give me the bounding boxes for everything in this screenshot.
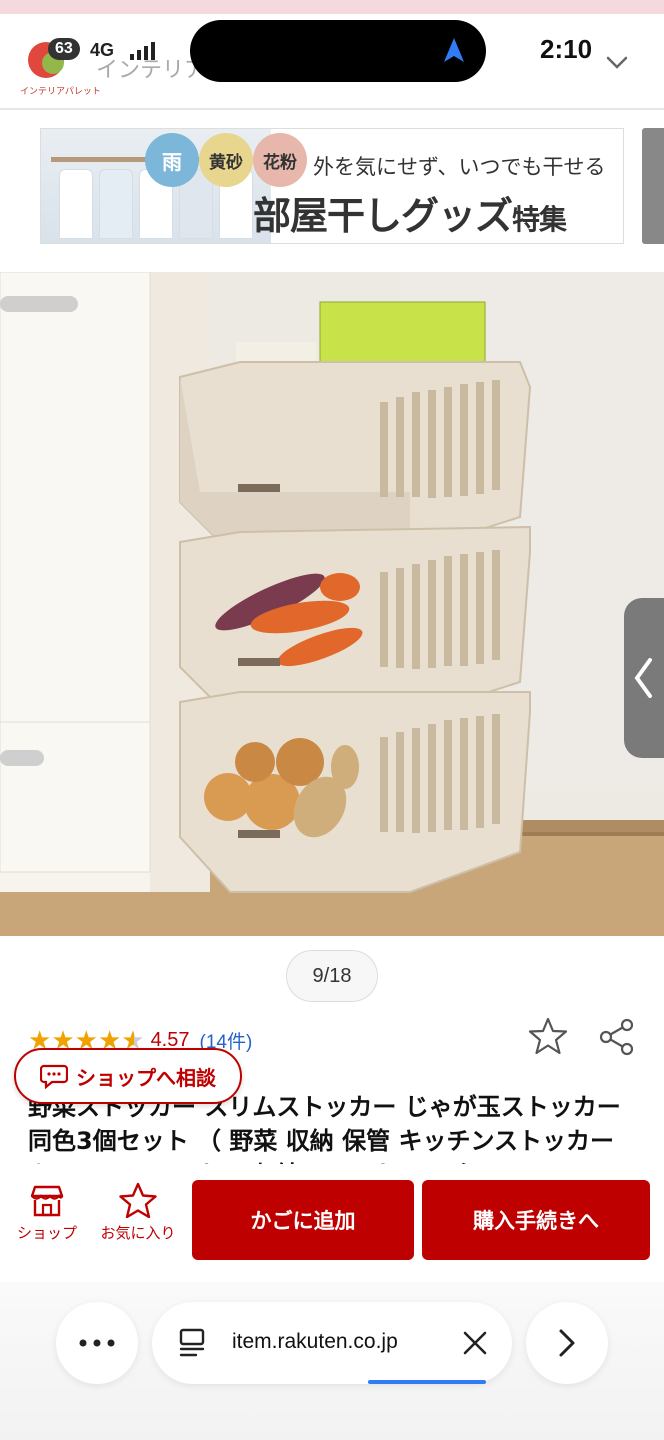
shop-consult-label: ショップへ相談 <box>76 1065 216 1090</box>
status-bar: インテリアパレット 63 4G インテリア 2:10 <box>0 14 664 110</box>
badge-dust: 黄砂 <box>199 133 253 187</box>
shop-button[interactable]: ショップ <box>10 1184 84 1258</box>
ellipsis-icon <box>79 1339 115 1347</box>
notification-badge: 63 <box>48 38 80 60</box>
shop-button-label: ショップ <box>16 1225 77 1242</box>
chevron-down-icon[interactable] <box>606 56 628 70</box>
storefront-icon <box>30 1185 64 1217</box>
add-to-cart-button[interactable]: かごに追加 <box>192 1180 414 1260</box>
banner-title-suffix: 特集 <box>512 203 567 236</box>
more-options-button[interactable] <box>56 1302 138 1384</box>
share-icon[interactable] <box>598 1018 636 1056</box>
badge-pollen: 花粉 <box>253 133 307 187</box>
page-load-progress <box>368 1380 486 1384</box>
favorite-star-icon[interactable] <box>528 1016 568 1056</box>
checkout-button[interactable]: 購入手続きへ <box>422 1180 650 1260</box>
star-outline-icon <box>119 1182 157 1218</box>
clock: 2:10 <box>540 34 593 64</box>
shop-logo-text: インテリアパレット <box>20 87 101 97</box>
close-icon[interactable] <box>462 1330 488 1356</box>
product-image[interactable]: RITZ <box>0 272 664 936</box>
chat-bubble-icon <box>40 1064 68 1089</box>
address-bar[interactable]: item.rakuten.co.jp <box>152 1302 512 1384</box>
shop-consult-button[interactable]: ショップへ相談 <box>14 1048 242 1104</box>
page-info-icon <box>179 1328 205 1357</box>
image-counter: 9/18 <box>286 950 378 1002</box>
top-accent-strip <box>0 0 664 14</box>
banner-subtitle: 外を気にせず、いつでも干せる <box>313 155 606 179</box>
favorite-button-label: お気に入り <box>100 1225 176 1242</box>
next-banner-peek[interactable] <box>642 128 664 244</box>
favorite-button[interactable]: お気に入り <box>92 1182 184 1256</box>
chevron-right-icon <box>559 1329 575 1357</box>
gallery-next-button[interactable] <box>624 598 664 758</box>
shop-name: インテリア <box>96 58 207 83</box>
chevron-left-icon <box>634 658 652 698</box>
badge-rain: 雨 <box>145 133 199 187</box>
stacker-illustration: RITZ <box>0 272 664 936</box>
banner-title: 部屋干しグッズ特集 <box>253 185 567 240</box>
promo-banner[interactable]: 雨 黄砂 花粉 外を気にせず、いつでも干せる 部屋干しグッズ特集 <box>40 128 624 244</box>
banner-title-main: 部屋干しグッズ <box>253 194 513 238</box>
forward-button[interactable] <box>526 1302 608 1384</box>
purchase-action-bar: ショップ お気に入り かごに追加 購入手続きへ <box>0 1166 664 1276</box>
location-arrow-icon <box>444 38 464 62</box>
header-divider <box>0 108 664 110</box>
url-text: item.rakuten.co.jp <box>232 1330 398 1353</box>
browser-toolbar: item.rakuten.co.jp <box>0 1282 664 1440</box>
